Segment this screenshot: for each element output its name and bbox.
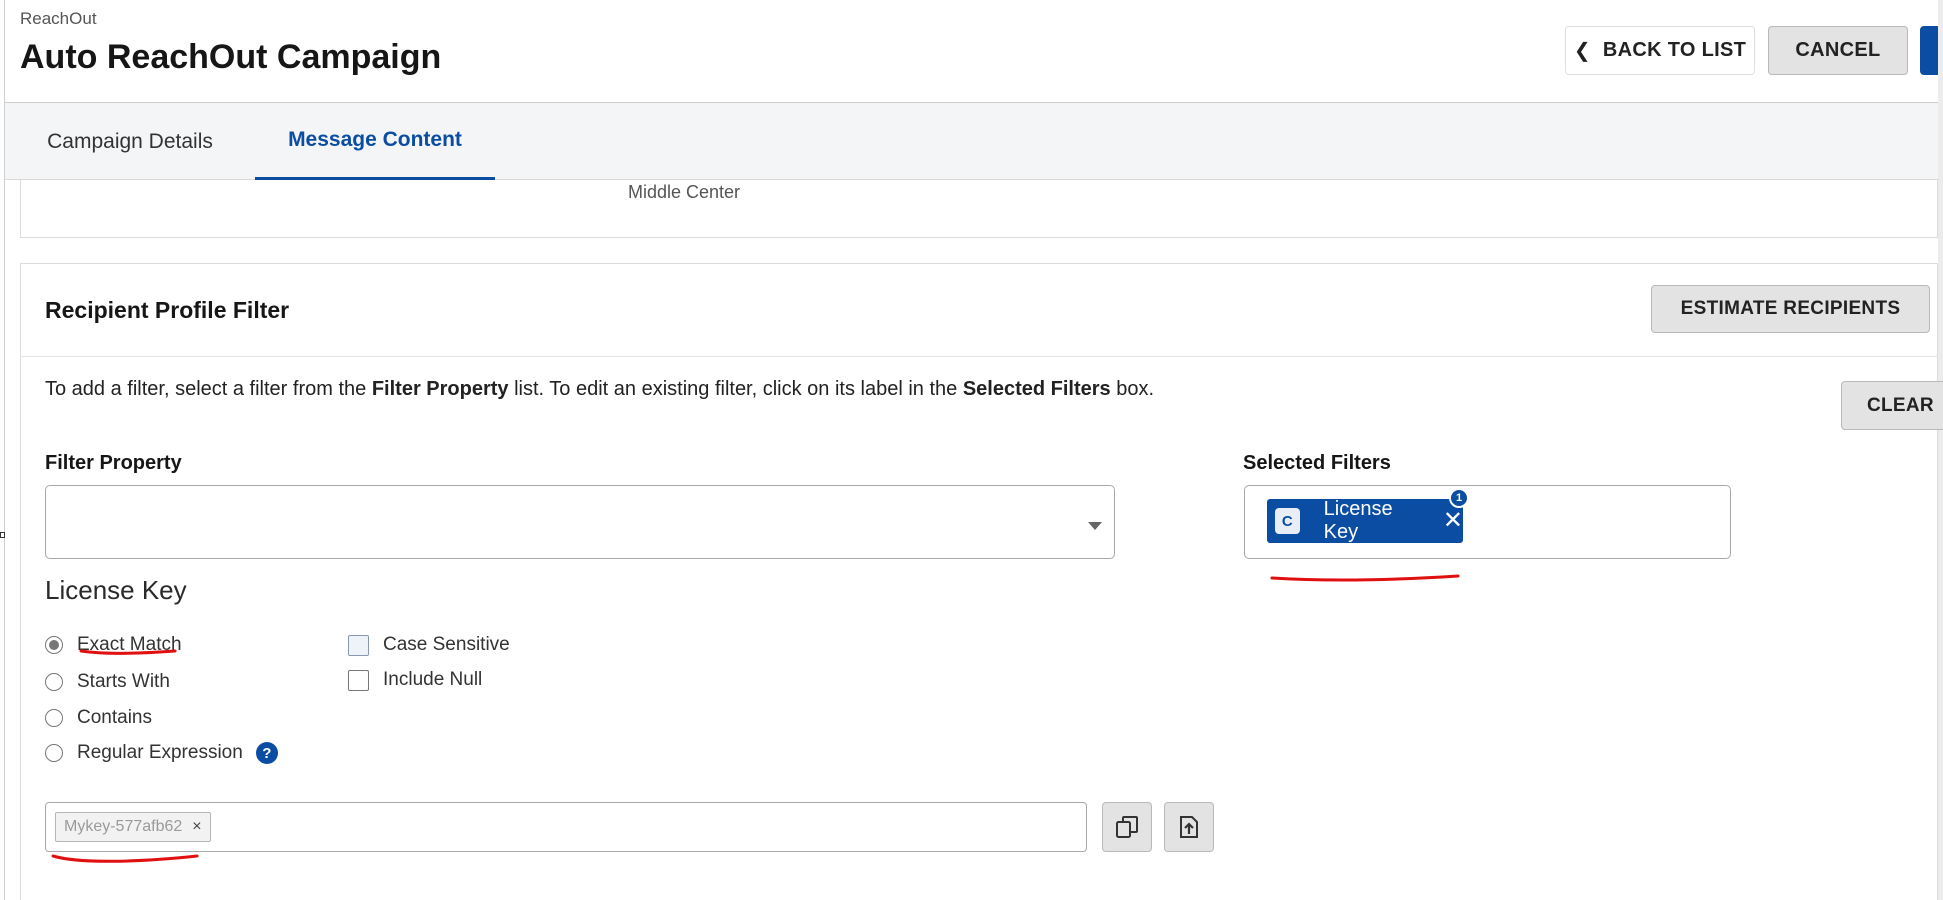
clear-label: CLEAR <box>1867 394 1934 416</box>
caret-down-icon <box>1088 522 1102 530</box>
chevron-left-icon: ❮ <box>1573 40 1591 62</box>
checkbox-include-null[interactable]: Include Null <box>348 669 482 691</box>
copy-icon <box>1116 816 1138 838</box>
filter-property-select[interactable] <box>45 485 1115 559</box>
cancel-button[interactable]: CANCEL <box>1768 26 1908 75</box>
radio-button[interactable] <box>45 744 63 762</box>
filter-property-label: Filter Property <box>45 452 182 474</box>
radio-contains[interactable]: Contains <box>45 707 152 729</box>
resize-handle[interactable] <box>0 532 5 538</box>
radio-starts-with[interactable]: Starts With <box>45 671 170 693</box>
filter-count-badge: 1 <box>1449 488 1469 508</box>
copy-button[interactable] <box>1102 802 1152 852</box>
instructions-text: list. To edit an existing filter, click … <box>508 378 963 400</box>
selected-filters-label: Selected Filters <box>1243 452 1391 474</box>
value-chip[interactable]: Mykey-577afb62 × <box>55 812 211 842</box>
filter-chip-license-key[interactable]: C License Key ✕ <box>1267 498 1463 543</box>
instructions-text: To add a filter, select a filter from th… <box>45 378 372 400</box>
app-window: ReachOut Auto ReachOut Campaign ❮ BACK T… <box>0 0 1943 900</box>
tab-message-content[interactable]: Message Content <box>255 103 495 180</box>
instructions-bold: Filter Property <box>371 378 509 400</box>
position-panel <box>20 180 1938 238</box>
tab-campaign-details[interactable]: Campaign Details <box>35 103 225 180</box>
filter-chip-label: License Key <box>1323 498 1393 543</box>
close-icon[interactable]: × <box>192 818 201 836</box>
primary-action-button[interactable] <box>1920 26 1938 75</box>
radio-button[interactable] <box>45 673 63 691</box>
radio-label: Starts With <box>77 671 170 692</box>
page-title: Auto ReachOut Campaign <box>20 38 442 76</box>
panel-divider <box>20 356 1938 357</box>
instructions-text: box. <box>1110 378 1155 400</box>
back-to-list-button[interactable]: ❮ BACK TO LIST <box>1565 26 1755 75</box>
cancel-label: CANCEL <box>1795 39 1881 61</box>
value-chip-text: Mykey-577afb62 <box>64 818 183 835</box>
panel-title: Recipient Profile Filter <box>45 297 290 323</box>
checkbox-label: Case Sensitive <box>383 634 510 655</box>
position-value: Middle Center <box>628 182 741 202</box>
radio-exact-match[interactable]: Exact Match <box>45 634 182 656</box>
radio-label: Regular Expression <box>77 742 243 763</box>
checkbox[interactable] <box>348 669 369 691</box>
checkbox[interactable] <box>348 634 369 656</box>
checkbox-label: Include Null <box>383 669 483 690</box>
checkbox-case-sensitive[interactable]: Case Sensitive <box>348 634 510 656</box>
back-to-list-label: BACK TO LIST <box>1602 39 1747 61</box>
type-badge: C <box>1275 508 1300 534</box>
estimate-recipients-button[interactable]: ESTIMATE RECIPIENTS <box>1651 285 1930 333</box>
estimate-recipients-label: ESTIMATE RECIPIENTS <box>1680 298 1901 319</box>
close-icon[interactable]: ✕ <box>1443 509 1463 533</box>
app-name: ReachOut <box>20 9 97 28</box>
filter-instructions: To add a filter, select a filter from th… <box>45 378 1154 401</box>
license-key-values-input[interactable]: Mykey-577afb62 × <box>45 802 1087 852</box>
radio-label: Contains <box>77 707 152 728</box>
license-key-title: License Key <box>45 575 187 605</box>
upload-icon <box>1180 816 1198 838</box>
selected-filters-box: C License Key ✕ <box>1244 485 1731 559</box>
radio-regular-expression[interactable]: Regular Expression ? <box>45 742 278 764</box>
tab-bar: Campaign Details Message Content <box>5 103 1938 180</box>
radio-button[interactable] <box>45 709 63 727</box>
scrollbar-track[interactable] <box>1938 0 1943 900</box>
radio-button[interactable] <box>45 636 63 654</box>
question-icon[interactable]: ? <box>255 742 278 764</box>
upload-button[interactable] <box>1164 802 1214 852</box>
radio-label: Exact Match <box>77 634 182 655</box>
clear-filters-button[interactable]: CLEAR <box>1841 381 1943 430</box>
instructions-bold: Selected Filters <box>962 378 1111 400</box>
